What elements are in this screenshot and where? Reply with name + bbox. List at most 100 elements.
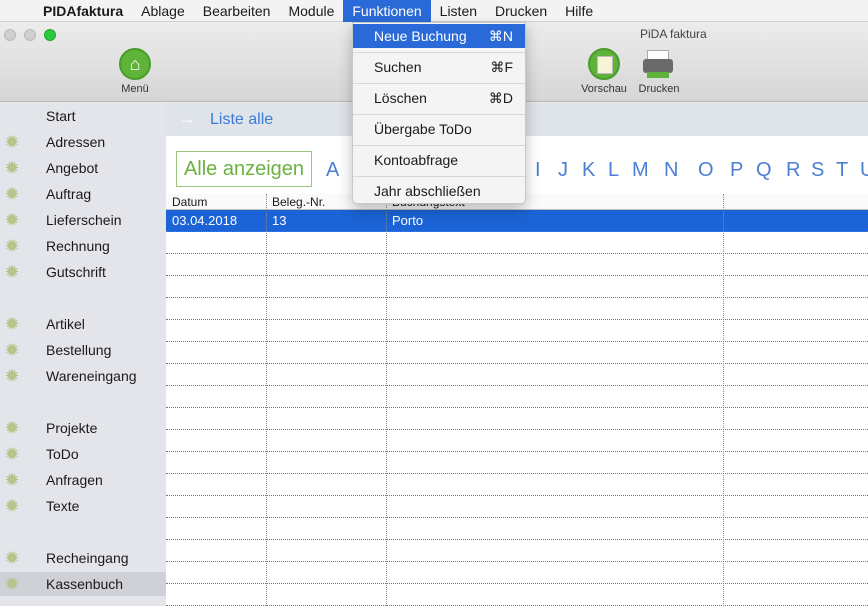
- home-icon: ⌂: [119, 48, 151, 80]
- sidebar-item-kassenbuch[interactable]: ✹ Kassenbuch: [0, 572, 166, 596]
- table-row[interactable]: [166, 408, 868, 430]
- table-row[interactable]: [166, 584, 868, 606]
- table-row[interactable]: [166, 276, 868, 298]
- sidebar-item-angebot[interactable]: ✹ Angebot: [0, 156, 166, 180]
- table-row[interactable]: [166, 474, 868, 496]
- menu-item-kontoabfrage[interactable]: Kontoabfrage: [353, 148, 525, 172]
- gear-icon: ✹: [4, 210, 20, 230]
- column-divider: [386, 194, 387, 606]
- menu-item-loeschen[interactable]: Löschen ⌘D: [353, 86, 525, 110]
- funktionen-menu: Neue Buchung ⌘N Suchen ⌘F Löschen ⌘D Übe…: [352, 22, 526, 204]
- letter-n[interactable]: N: [664, 159, 678, 182]
- menu-ablage[interactable]: Ablage: [132, 0, 194, 22]
- table-row[interactable]: [166, 518, 868, 540]
- menu-separator: [353, 145, 525, 146]
- sidebar-item-anfragen[interactable]: ✹ Anfragen: [0, 468, 166, 492]
- letter-u[interactable]: U: [860, 159, 868, 182]
- table-row[interactable]: [166, 364, 868, 386]
- gear-icon: ✹: [4, 366, 20, 386]
- table-row[interactable]: [166, 452, 868, 474]
- table-row[interactable]: 03.04.2018 13 Porto: [166, 210, 868, 232]
- minimize-button[interactable]: [24, 29, 36, 41]
- sidebar-item-texte[interactable]: ✹ Texte: [0, 494, 166, 518]
- sidebar-item-bestellung[interactable]: ✹ Bestellung: [0, 338, 166, 362]
- sidebar-item-artikel[interactable]: ✹ Artikel: [0, 312, 166, 336]
- menu-module[interactable]: Module: [279, 0, 343, 22]
- table-row[interactable]: [166, 254, 868, 276]
- menu-button[interactable]: ⌂ Menü: [105, 48, 165, 95]
- preview-button-label: Vorschau: [581, 83, 627, 95]
- letter-r[interactable]: R: [786, 159, 800, 182]
- table-row[interactable]: [166, 342, 868, 364]
- table-row[interactable]: [166, 540, 868, 562]
- menu-item-neue-buchung[interactable]: Neue Buchung ⌘N: [353, 24, 525, 48]
- letter-j[interactable]: J: [558, 159, 568, 182]
- column-divider: [266, 194, 267, 606]
- gear-icon: ✹: [4, 158, 20, 178]
- window-title: PiDA faktura: [640, 27, 707, 41]
- letter-k[interactable]: K: [582, 159, 595, 182]
- gear-icon: ✹: [4, 418, 20, 438]
- menu-separator: [353, 83, 525, 84]
- booking-table: Datum Beleg.-Nr. Buchungstext 03.04.2018…: [166, 194, 868, 606]
- table-row[interactable]: [166, 430, 868, 452]
- menu-item-jahr-abschliessen[interactable]: Jahr abschließen: [353, 179, 525, 203]
- letter-l[interactable]: L: [608, 159, 619, 182]
- letter-p[interactable]: P: [730, 159, 743, 182]
- sidebar-item-projekte[interactable]: ✹ Projekte: [0, 416, 166, 440]
- letter-t[interactable]: T: [836, 159, 848, 182]
- column-header-datum[interactable]: Datum: [172, 195, 207, 209]
- window-controls: [4, 29, 56, 41]
- close-button[interactable]: [4, 29, 16, 41]
- menu-item-suchen[interactable]: Suchen ⌘F: [353, 55, 525, 79]
- gear-icon: ✹: [4, 262, 20, 282]
- letter-a[interactable]: A: [326, 159, 339, 182]
- table-row[interactable]: [166, 562, 868, 584]
- menu-item-uebergabe-todo[interactable]: Übergabe ToDo: [353, 117, 525, 141]
- zoom-button[interactable]: [44, 29, 56, 41]
- menu-drucken[interactable]: Drucken: [486, 0, 556, 22]
- letter-s[interactable]: S: [811, 159, 824, 182]
- menu-app[interactable]: PIDAfaktura: [34, 0, 132, 22]
- sidebar-item-lieferschein[interactable]: ✹ Lieferschein: [0, 208, 166, 232]
- sidebar-item-wareneingang[interactable]: ✹ Wareneingang: [0, 364, 166, 388]
- gear-icon: ✹: [4, 470, 20, 490]
- gear-icon: ✹: [4, 340, 20, 360]
- sidebar-item-todo[interactable]: ✹ ToDo: [0, 442, 166, 466]
- menu-separator: [353, 176, 525, 177]
- sidebar-item-recheingang[interactable]: ✹ Recheingang: [0, 546, 166, 570]
- column-header-beleg[interactable]: Beleg.-Nr.: [272, 195, 325, 209]
- sidebar-item-rechnung[interactable]: ✹ Rechnung: [0, 234, 166, 258]
- menu-button-label: Menü: [121, 83, 149, 95]
- menu-bearbeiten[interactable]: Bearbeiten: [194, 0, 280, 22]
- table-row[interactable]: [166, 386, 868, 408]
- letter-q[interactable]: Q: [756, 159, 772, 182]
- table-row[interactable]: [166, 298, 868, 320]
- sidebar-item-start[interactable]: Start: [0, 104, 166, 128]
- letter-i[interactable]: I: [535, 159, 541, 182]
- print-button-label: Drucken: [638, 83, 680, 95]
- show-all-button[interactable]: Alle anzeigen: [176, 151, 312, 187]
- menu-listen[interactable]: Listen: [431, 0, 486, 22]
- letter-o[interactable]: O: [698, 159, 714, 182]
- menu-funktionen[interactable]: Funktionen: [343, 0, 431, 22]
- gear-icon: ✹: [4, 132, 20, 152]
- preview-icon: [588, 48, 620, 80]
- sidebar-item-auftrag[interactable]: ✹ Auftrag: [0, 182, 166, 206]
- gear-icon: ✹: [4, 444, 20, 464]
- list-label[interactable]: Liste alle: [210, 111, 273, 129]
- gear-icon: ✹: [4, 548, 20, 568]
- table-row[interactable]: [166, 496, 868, 518]
- cell-buchungstext: Porto: [392, 213, 424, 228]
- menu-hilfe[interactable]: Hilfe: [556, 0, 602, 22]
- letter-m[interactable]: M: [632, 159, 649, 182]
- preview-button[interactable]: Vorschau: [574, 48, 634, 95]
- print-button[interactable]: Drucken: [629, 48, 689, 95]
- arrow-right-icon: →: [178, 108, 196, 128]
- gear-icon: ✹: [4, 314, 20, 334]
- sidebar-item-adressen[interactable]: ✹ Adressen: [0, 130, 166, 154]
- sidebar-item-gutschrift[interactable]: ✹ Gutschrift: [0, 260, 166, 284]
- table-row[interactable]: [166, 232, 868, 254]
- menubar: PIDAfaktura Ablage Bearbeiten Module Fun…: [0, 0, 868, 22]
- table-row[interactable]: [166, 320, 868, 342]
